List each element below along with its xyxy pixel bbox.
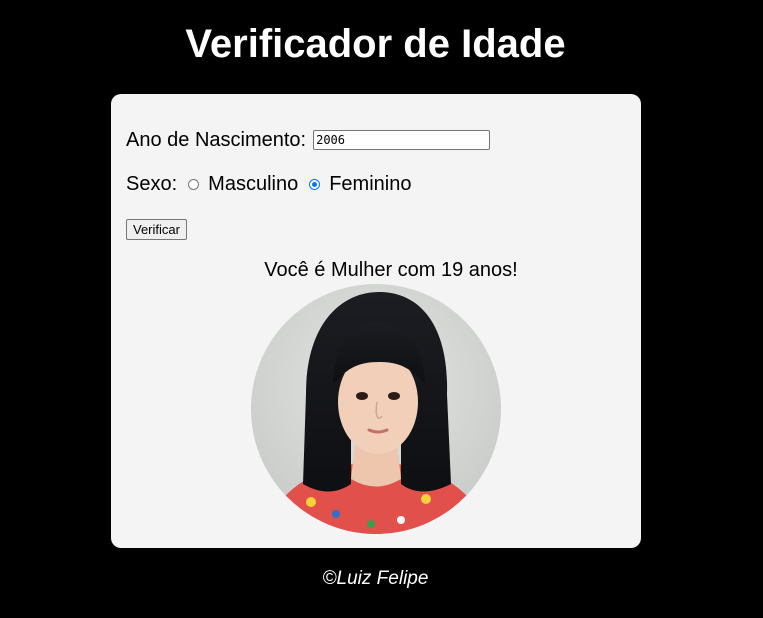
masculino-radio[interactable]	[188, 178, 200, 190]
sex-label: Sexo:	[126, 173, 178, 195]
portrait-photo	[251, 284, 501, 534]
masculino-label[interactable]: Masculino	[208, 172, 298, 196]
result-text: Você é Mulher com 19 anos!	[264, 259, 518, 281]
sex-row: Sexo: Masculino Feminino	[126, 172, 411, 196]
birth-year-row: Ano de Nascimento:	[126, 128, 491, 152]
verify-button[interactable]: Verificar	[126, 219, 187, 240]
feminino-radio[interactable]	[309, 178, 321, 190]
verifier-panel: Ano de Nascimento: Sexo: Masculino Femin…	[111, 94, 641, 548]
page-title: Verificador de Idade	[185, 22, 566, 66]
birth-year-label: Ano de Nascimento:	[126, 129, 307, 151]
feminino-label[interactable]: Feminino	[329, 172, 411, 196]
portrait-image	[251, 284, 501, 534]
birth-year-input[interactable]	[313, 130, 491, 150]
footer-credit: ©Luiz Felipe	[322, 568, 429, 589]
